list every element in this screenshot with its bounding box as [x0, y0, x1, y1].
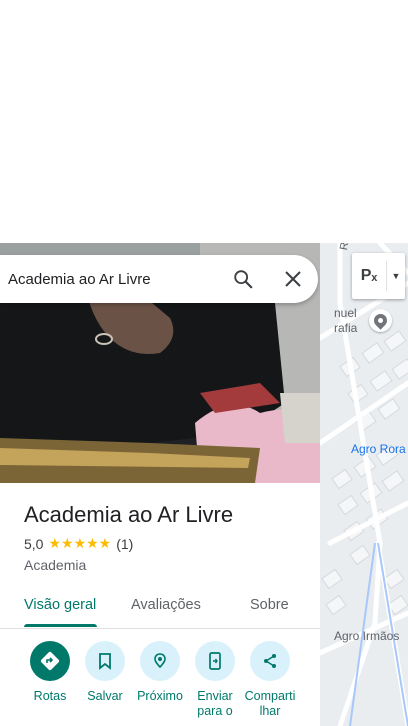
map-view[interactable]: Rui B nuel rafia Agro Rora Agro Irmãos: [320, 243, 408, 726]
map-place-label-1: nuel: [334, 306, 357, 320]
nearby-button[interactable]: Próximo: [129, 641, 191, 704]
active-tab-indicator: [24, 624, 97, 627]
map-area-label: Agro Rora: [351, 442, 406, 456]
search-bar[interactable]: Academia ao Ar Livre: [0, 255, 318, 303]
directions-label: Rotas: [33, 689, 67, 703]
map-place-label-2: rafia: [334, 321, 358, 335]
tab-overview[interactable]: Visão geral: [24, 597, 96, 613]
rating-stars-icon: ★★★★★: [48, 535, 112, 551]
tab-about[interactable]: Sobre: [250, 597, 289, 613]
rating-value: 5,0: [24, 535, 44, 552]
place-panel: Academia ao Ar Livre Academia ao Ar Livr…: [0, 243, 320, 726]
directions-icon: [30, 641, 70, 681]
send-to-phone-icon: [195, 641, 235, 681]
rating-row[interactable]: 5,0 ★★★★★ (1): [24, 535, 314, 552]
tab-reviews[interactable]: Avaliações: [131, 597, 201, 613]
search-icon[interactable]: [218, 255, 268, 303]
blank-area: [0, 0, 408, 243]
nearby-label: Próximo: [137, 689, 183, 703]
place-title: Academia ao Ar Livre: [24, 502, 234, 527]
close-icon[interactable]: [268, 255, 318, 303]
map-bottom-label: Agro Irmãos: [334, 629, 400, 643]
share-icon: [250, 641, 290, 681]
place-category[interactable]: Academia: [24, 557, 314, 573]
save-button[interactable]: Salvar: [74, 641, 136, 704]
layer-type-button[interactable]: Pₓ: [352, 267, 386, 285]
directions-button[interactable]: Rotas: [19, 641, 81, 704]
send-to-phone-button[interactable]: Enviar para o: [184, 641, 246, 719]
tab-bar: Visão geral Avaliações Sobre: [0, 583, 320, 629]
action-row: Rotas Salvar Próximo Enviar para o Compa…: [0, 641, 320, 726]
search-input[interactable]: Academia ao Ar Livre: [0, 271, 218, 288]
caret-down-icon[interactable]: ▼: [387, 271, 405, 281]
bookmark-icon: [85, 641, 125, 681]
map-layer-control[interactable]: Pₓ ▼: [352, 253, 405, 299]
map-pin-icon[interactable]: [369, 309, 392, 332]
nearby-icon: [140, 641, 180, 681]
place-photo[interactable]: Academia ao Ar Livre: [0, 243, 320, 483]
save-label: Salvar: [87, 689, 123, 703]
place-info: Academia ao Ar Livre 5,0 ★★★★★ (1) Acade…: [24, 501, 314, 573]
share-label: Comparti lhar: [244, 689, 296, 718]
send-to-phone-label: Enviar para o: [197, 689, 233, 718]
share-button[interactable]: Comparti lhar: [239, 641, 301, 719]
review-count[interactable]: (1): [116, 536, 133, 552]
